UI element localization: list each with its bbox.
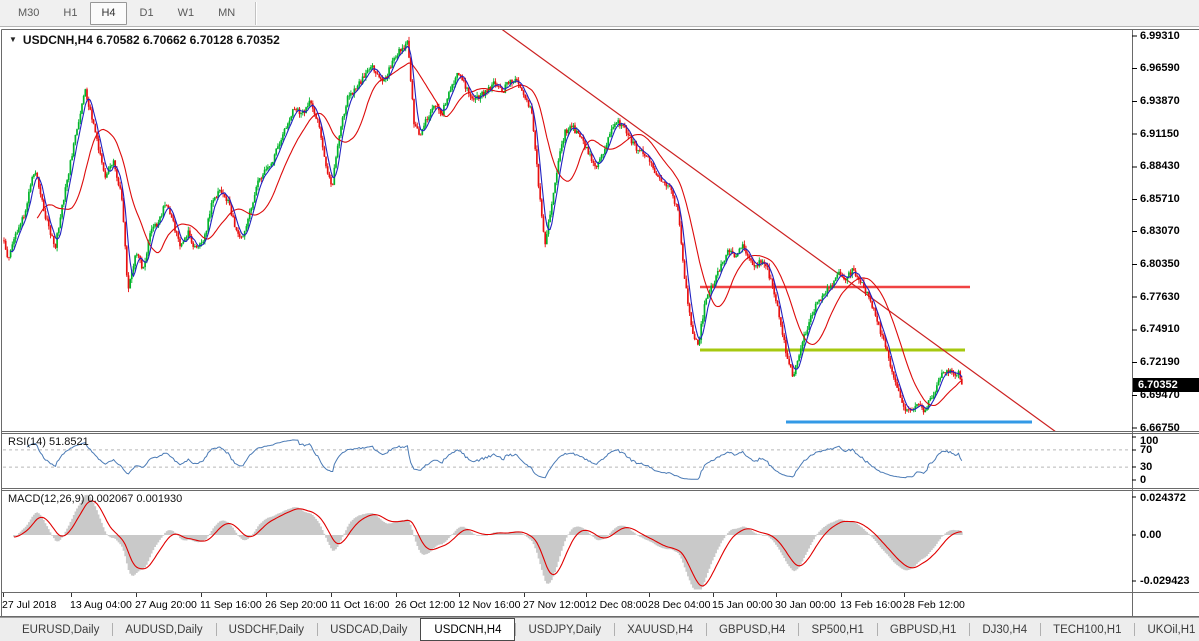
symbol-tab-xauusd[interactable]: XAUUSD,H4 (614, 618, 706, 641)
time-axis-tick: 12 Nov 16:00 (458, 599, 520, 611)
price-axis-tick: 6.93870 (1140, 95, 1180, 107)
symbol-tab-dj30[interactable]: DJ30,H4 (969, 618, 1040, 641)
symbol-tab-gbpusd[interactable]: GBPUSD,H4 (706, 618, 798, 641)
symbol-tab-audusd[interactable]: AUDUSD,Daily (112, 618, 215, 641)
macd-axis-tick: 0.024372 (1140, 492, 1186, 504)
chart-title: ▼ USDCNH,H4 6.70582 6.70662 6.70128 6.70… (9, 33, 280, 47)
price-axis-tick: 6.96590 (1140, 62, 1180, 74)
symbol-tab-usdchf[interactable]: USDCHF,Daily (216, 618, 317, 641)
symbol-tab-ukoil[interactable]: UKOil,H1 (1134, 618, 1199, 641)
symbol-tab-tech100[interactable]: TECH100,H1 (1040, 618, 1134, 641)
symbol-tab-usdcad[interactable]: USDCAD,Daily (317, 618, 420, 641)
macd-axis-tick: -0.029423 (1140, 575, 1190, 587)
time-axis-tick: 26 Sep 20:00 (265, 599, 327, 611)
symbol-tab-usdcnh[interactable]: USDCNH,H4 (420, 618, 515, 641)
symbol-tab-usdjpy[interactable]: USDJPY,Daily (515, 618, 614, 641)
rsi-axis-tick: 30 (1140, 461, 1152, 473)
time-axis-tick: 12 Dec 08:00 (585, 599, 647, 611)
chart-dropdown-icon[interactable]: ▼ (9, 35, 17, 44)
price-axis-tick: 6.85710 (1140, 193, 1180, 205)
macd-label: MACD(12,26,9) 0.002067 0.001930 (8, 493, 182, 505)
time-axis-tick: 28 Feb 12:00 (903, 599, 965, 611)
price-axis-tick: 6.88430 (1140, 160, 1180, 172)
symbol-tab-sp500[interactable]: SP500,H1 (798, 618, 876, 641)
time-axis-tick: 15 Jan 00:00 (712, 599, 773, 611)
price-axis-tick: 6.66750 (1140, 422, 1180, 434)
price-axis-tick: 6.99310 (1140, 30, 1180, 42)
time-axis-tick: 27 Jul 2018 (2, 599, 56, 611)
rsi-axis-tick: 70 (1140, 444, 1152, 456)
time-axis-tick: 27 Aug 20:00 (135, 599, 197, 611)
time-axis-tick: 11 Sep 16:00 (200, 599, 262, 611)
price-axis-tick: 6.77630 (1140, 291, 1180, 303)
time-axis-tick: 13 Aug 04:00 (70, 599, 132, 611)
time-axis-tick: 11 Oct 16:00 (330, 599, 389, 611)
app-window: M30H1H4D1W1MN ▼ USDCNH,H4 6.70582 6.7066… (0, 0, 1199, 641)
price-axis-tick: 6.80350 (1140, 258, 1180, 270)
price-axis-tick: 6.72190 (1140, 356, 1180, 368)
time-axis-tick: 28 Dec 04:00 (648, 599, 710, 611)
price-axis-tick: 6.74910 (1140, 323, 1180, 335)
rsi-axis-tick: 0 (1140, 474, 1146, 486)
rsi-label: RSI(14) 51.8521 (8, 436, 89, 448)
time-axis-tick: 26 Oct 12:00 (395, 599, 455, 611)
time-axis-tick: 30 Jan 00:00 (775, 599, 836, 611)
symbol-tab-gbpusd[interactable]: GBPUSD,H1 (877, 618, 969, 641)
price-axis-tick: 6.83070 (1140, 225, 1180, 237)
chart-title-text: USDCNH,H4 6.70582 6.70662 6.70128 6.7035… (23, 33, 280, 47)
chart-canvas[interactable] (0, 0, 1199, 641)
price-axis-tick: 6.91150 (1140, 128, 1179, 140)
price-axis-tick: 6.69470 (1140, 389, 1180, 401)
symbol-tab-eurusd[interactable]: EURUSD,Daily (9, 618, 112, 641)
time-axis-tick: 27 Nov 12:00 (523, 599, 585, 611)
symbol-tabbar: EURUSD,DailyAUDUSD,DailyUSDCHF,DailyUSDC… (0, 617, 1199, 641)
time-axis-tick: 13 Feb 16:00 (840, 599, 902, 611)
macd-axis-tick: 0.00 (1140, 529, 1161, 541)
symbol-tabs: EURUSD,DailyAUDUSD,DailyUSDCHF,DailyUSDC… (9, 618, 1199, 641)
